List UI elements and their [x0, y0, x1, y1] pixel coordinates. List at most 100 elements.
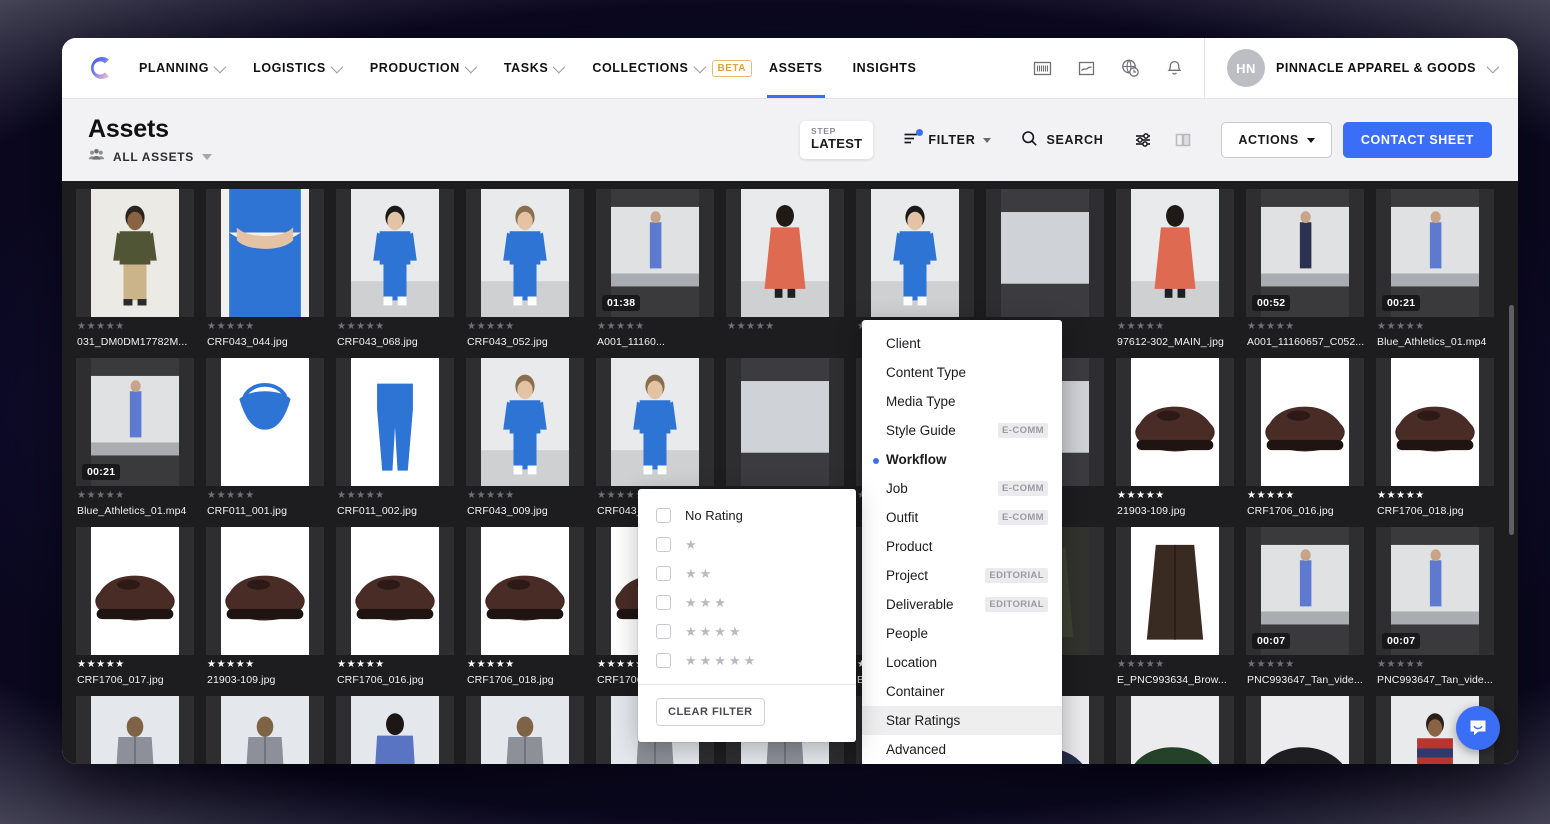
asset-thumbnail[interactable] [206, 696, 324, 764]
asset-card[interactable]: ★★★★★ [720, 189, 850, 358]
asset-card[interactable]: ★★★★★ 97612-302_MAIN_.jpg [1110, 189, 1240, 358]
star-rating[interactable]: ★★★★★ [77, 322, 194, 332]
star-rating[interactable]: ★★★★★ [337, 322, 454, 332]
asset-thumbnail[interactable]: 00:07 [1376, 527, 1494, 655]
asset-card[interactable]: ★★★★★ [1240, 696, 1370, 764]
star-rating[interactable]: ★★★★★ [1247, 322, 1364, 332]
asset-card[interactable]: ★★★★★ [70, 696, 200, 764]
star-rating[interactable]: ★★★★★ [1117, 491, 1234, 501]
filter-menu-item-job[interactable]: Job E-COMM [862, 474, 1062, 503]
filter-menu-item-content-type[interactable]: Content Type [862, 358, 1062, 387]
asset-thumbnail[interactable] [1116, 527, 1234, 655]
nav-item-production[interactable]: PRODUCTION [355, 38, 489, 98]
asset-card[interactable]: 00:07 ★★★★★ PNC993647_Tan_vide... [1240, 527, 1370, 696]
asset-card[interactable]: 00:21 ★★★★★ Blue_Athletics_01.mp4 [70, 358, 200, 527]
asset-card[interactable]: 00:52 ★★★★★ A001_11160657_C052.... [1240, 189, 1370, 358]
filter-menu-item-media-type[interactable]: Media Type [862, 387, 1062, 416]
rating-option-no-rating[interactable]: No Rating [638, 501, 856, 530]
asset-card[interactable]: ★★★★★ CRF1706_018.jpg [460, 527, 590, 696]
star-rating[interactable]: ★★★★★ [597, 322, 714, 332]
asset-thumbnail[interactable] [76, 189, 194, 317]
star-rating[interactable]: ★★★★★ [467, 322, 584, 332]
asset-thumbnail[interactable]: 00:07 [1246, 527, 1364, 655]
rating-option-4-star[interactable]: ★★★★ [638, 617, 856, 646]
actions-button[interactable]: ACTIONS [1221, 122, 1332, 158]
checkbox[interactable] [656, 566, 671, 581]
asset-card[interactable]: 01:38 ★★★★★ A001_11160... [590, 189, 720, 358]
asset-card[interactable]: ★★★★★ E_PNC993634_Brow... [1110, 527, 1240, 696]
filter-menu-item-client[interactable]: Client [862, 329, 1062, 358]
nav-item-logistics[interactable]: LOGISTICS [238, 38, 355, 98]
asset-card[interactable]: ★★★★★ CRF011_002.jpg [330, 358, 460, 527]
step-chip[interactable]: STEP LATEST [800, 121, 874, 159]
star-rating[interactable]: ★★★★★ [337, 491, 454, 501]
bell-icon[interactable] [1152, 38, 1196, 98]
asset-thumbnail[interactable] [1246, 696, 1364, 764]
asset-thumbnail[interactable] [206, 527, 324, 655]
filter-menu-item-container[interactable]: Container [862, 677, 1062, 706]
star-rating[interactable]: ★★★★★ [1377, 322, 1494, 332]
filter-menu-item-product[interactable]: Product [862, 532, 1062, 561]
asset-card[interactable]: ★★★★★ [200, 696, 330, 764]
split-panel-icon[interactable] [1163, 120, 1203, 160]
asset-card[interactable]: 00:21 ★★★★★ Blue_Athletics_01.mp4 [1370, 189, 1500, 358]
asset-card[interactable]: ★★★★★ CRF1706_018.jpg [1370, 358, 1500, 527]
checkbox[interactable] [656, 537, 671, 552]
asset-thumbnail[interactable] [596, 358, 714, 486]
nav-item-insights[interactable]: INSIGHTS [838, 38, 932, 98]
vertical-scrollbar[interactable] [1509, 305, 1514, 535]
asset-thumbnail[interactable] [466, 189, 584, 317]
star-rating[interactable]: ★★★★★ [207, 660, 324, 670]
image-export-icon[interactable] [1064, 38, 1108, 98]
asset-thumbnail[interactable] [726, 358, 844, 486]
asset-card[interactable]: ★★★★★ [460, 696, 590, 764]
rating-option-3-star[interactable]: ★★★ [638, 588, 856, 617]
asset-thumbnail[interactable] [336, 527, 454, 655]
asset-card[interactable]: ★★★★★ [330, 696, 460, 764]
star-rating[interactable]: ★★★★★ [337, 660, 454, 670]
asset-card[interactable]: ★★★★★ CRF1706_017.jpg [70, 527, 200, 696]
asset-thumbnail[interactable] [726, 189, 844, 317]
star-rating[interactable]: ★★★★★ [1377, 660, 1494, 670]
star-rating[interactable]: ★★★★★ [727, 322, 844, 332]
asset-thumbnail[interactable] [466, 358, 584, 486]
filter-menu-item-project[interactable]: Project EDITORIAL [862, 561, 1062, 590]
checkbox[interactable] [656, 653, 671, 668]
asset-card[interactable]: ★★★★★ [1110, 696, 1240, 764]
asset-thumbnail[interactable] [466, 527, 584, 655]
star-rating[interactable]: ★★★★★ [207, 491, 324, 501]
asset-thumbnail[interactable]: 00:52 [1246, 189, 1364, 317]
star-rating[interactable]: ★★★★★ [467, 491, 584, 501]
star-rating[interactable]: ★★★★★ [1117, 660, 1234, 670]
crew-c-logo-icon[interactable] [62, 51, 124, 85]
asset-thumbnail[interactable]: 01:38 [596, 189, 714, 317]
filter-menu-item-people[interactable]: People [862, 619, 1062, 648]
asset-card[interactable]: ★★★★★ 21903-109.jpg [200, 527, 330, 696]
contact-sheet-button[interactable]: CONTACT SHEET [1342, 122, 1492, 158]
asset-thumbnail[interactable] [76, 527, 194, 655]
nav-item-planning[interactable]: PLANNING [124, 38, 238, 98]
star-rating[interactable]: ★★★★★ [1117, 322, 1234, 332]
asset-thumbnail[interactable] [1376, 358, 1494, 486]
barcode-icon[interactable] [1020, 38, 1064, 98]
filter-menu-item-advanced[interactable]: Advanced [862, 735, 1062, 764]
asset-thumbnail[interactable] [856, 189, 974, 317]
filter-menu-item-deliverable[interactable]: Deliverable EDITORIAL [862, 590, 1062, 619]
star-rating[interactable]: ★★★★★ [77, 491, 194, 501]
asset-card[interactable]: ★★★★★ CRF011_001.jpg [200, 358, 330, 527]
rating-option-5-star[interactable]: ★★★★★ [638, 646, 856, 675]
globe-clock-icon[interactable] [1108, 38, 1152, 98]
nav-item-tasks[interactable]: TASKS [489, 38, 577, 98]
asset-grid-area[interactable]: ★★★★★ 031_DM0DM17782M... ★★★★★ CRF043_044.j… [62, 181, 1518, 764]
rating-option-1-star[interactable]: ★ [638, 530, 856, 559]
asset-scope-selector[interactable]: ALL ASSETS [88, 148, 213, 166]
star-rating[interactable]: ★★★★★ [1377, 491, 1494, 501]
asset-card[interactable]: ★★★★★ CRF043_044.jpg [200, 189, 330, 358]
nav-item-collections[interactable]: COLLECTIONS [577, 38, 717, 98]
org-switcher[interactable]: HN PINNACLE APPAREL & GOODS [1204, 38, 1518, 98]
filter-menu-item-workflow[interactable]: Workflow [862, 445, 1062, 474]
asset-thumbnail[interactable]: 00:21 [1376, 189, 1494, 317]
filter-menu-item-style-guide[interactable]: Style Guide E-COMM [862, 416, 1062, 445]
filter-menu-item-star-ratings[interactable]: Star Ratings [862, 706, 1062, 735]
asset-thumbnail[interactable] [76, 696, 194, 764]
